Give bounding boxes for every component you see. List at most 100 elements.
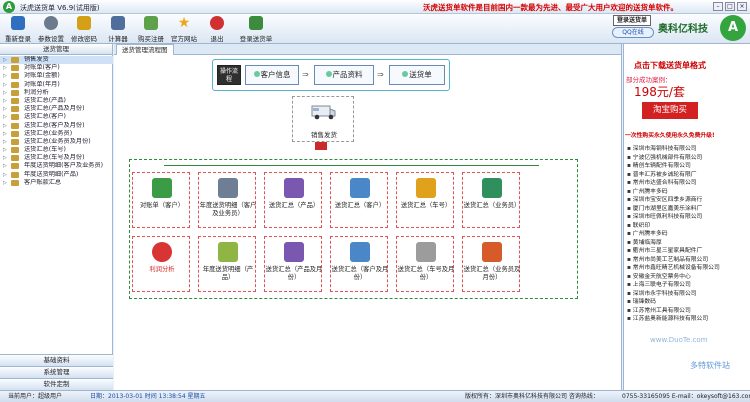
arrow-icon: ⇒	[302, 70, 309, 79]
delivery-icon	[402, 71, 409, 77]
tree-item[interactable]: ▷ 送货汇总(客户及月份)	[0, 122, 113, 130]
folder-icon	[11, 89, 19, 96]
tree-item[interactable]: ▷ 送货汇总(车号及月份)	[0, 154, 113, 162]
list-item: 深圳市海钢科技有限公司	[627, 145, 750, 154]
arrow-icon: ⇒	[377, 70, 384, 79]
settings-icon	[44, 16, 58, 30]
settings-button[interactable]: 参数设置	[35, 16, 67, 43]
tab-flowchart[interactable]: 送货管理流程图	[116, 44, 174, 55]
report-card-summary-salesperson-month[interactable]: 送货汇总（业务员及月份）	[462, 236, 520, 292]
section-custom-software[interactable]: 软件定制	[0, 378, 113, 390]
maximize-icon[interactable]: □	[725, 2, 735, 11]
tree-item[interactable]: ▷ 送货汇总(车号)	[0, 146, 113, 154]
report-card-summary-product[interactable]: 送货汇总（产品）	[264, 172, 322, 228]
list-item: 上海三联电子有限公司	[627, 281, 750, 290]
tree-item[interactable]: ▷ 送货汇总(业务员)	[0, 130, 113, 138]
report-card-summary-product-month[interactable]: 送货汇总（产品及月份）	[264, 236, 322, 292]
window-controls: – □ ×	[713, 2, 747, 11]
tab-strip: 送货管理流程图	[114, 44, 621, 55]
sidebar: 送货管理 ▷ 销售发货 ▷ 对账单(客户) ▷ 对账单(金额) ▷ 对账单(年月) ▷ 利…	[0, 44, 113, 390]
brand-name: 奥科亿科技	[658, 24, 708, 35]
sidebar-sections: 基础资料 系统管理 软件定制	[0, 354, 113, 390]
list-item: 安徽金天航空票务中心	[627, 273, 750, 282]
section-basic-data[interactable]: 基础资料	[0, 354, 113, 366]
customer-icon	[253, 71, 260, 77]
sales-shipment-label: 销售发货	[311, 131, 337, 139]
folder-icon	[11, 130, 19, 137]
login-delivery-button[interactable]: 登录送货单	[236, 16, 276, 43]
tree-item[interactable]: ▷ 送货汇总(客户)	[0, 113, 113, 121]
tree-item[interactable]: ▷ 利润分析	[0, 89, 113, 97]
list-item: 江苏盐奥新能源科技有限公司	[627, 315, 750, 324]
report-card-summary-customer-month[interactable]: 送货汇总（客户及月份）	[330, 236, 388, 292]
report-card-statement-customer[interactable]: 对账单（客户）	[132, 172, 190, 228]
list-item: 深圳市宝安区四季乡源商行	[627, 196, 750, 205]
report-card-annual-detail-product[interactable]: 年度送货明细（产品）	[198, 236, 256, 292]
operation-flow-label: 操作流程	[217, 65, 241, 85]
list-item: 广州腾丰多码	[627, 188, 750, 197]
contact-info: 0755-33165095 E-mail：okeysoft@163.com	[622, 393, 750, 400]
report-card-summary-vehicle[interactable]: 送货汇总（车号）	[396, 172, 454, 228]
report-card-annual-detail-customer[interactable]: 年度送货明细（客户及业务员）	[198, 172, 256, 228]
report-card-summary-customer[interactable]: 送货汇总（客户）	[330, 172, 388, 228]
qq-online-button[interactable]: QQ在线	[612, 27, 654, 38]
change-password-button[interactable]: 修改密码	[68, 16, 100, 43]
download-format-link[interactable]: 点击下载送货单格式	[634, 60, 706, 71]
list-item: 广州腾丰多码	[627, 230, 750, 239]
marquee-banner: 沃虎送货单软件是目前国内一款最为先进、最受广大用户欢迎的送货单软件。	[423, 3, 678, 12]
folder-icon	[11, 122, 19, 129]
tree-item[interactable]: ▷ 对账单(金额)	[0, 72, 113, 80]
taobao-buy-button[interactable]: 淘宝购买	[642, 102, 698, 119]
nav-tree: ▷ 销售发货 ▷ 对账单(客户) ▷ 对账单(金额) ▷ 对账单(年月) ▷ 利润分析 ▷…	[0, 56, 113, 187]
folder-icon	[11, 171, 19, 178]
login-icon	[249, 16, 263, 30]
folder-icon	[11, 155, 19, 162]
current-user: 当前用户：超级用户	[8, 393, 63, 400]
tree-item[interactable]: ▷ 客户账款汇总	[0, 179, 113, 187]
customer-month-icon	[350, 242, 370, 262]
report-card-summary-vehicle-month[interactable]: 送货汇总（车号及月份）	[396, 236, 454, 292]
tree-item[interactable]: ▷ 送货汇总(产品)	[0, 97, 113, 105]
toolbar: 重新登录 参数设置 修改密码 计算器 购买注册 ★ 官方网站 退出 登录送货单 登…	[0, 14, 750, 44]
report-card-summary-salesperson[interactable]: 送货汇总（业务员）	[462, 172, 520, 228]
vehicle-month-icon	[416, 242, 436, 262]
sales-shipment-button[interactable]: 销售发货	[292, 96, 354, 142]
list-item: 联织印	[627, 222, 750, 231]
tree-item[interactable]: ▷ 年度送货明细(产品)	[0, 171, 113, 179]
list-item: 深圳市旺佩利科技有限公司	[627, 213, 750, 222]
website-button[interactable]: ★ 官方网站	[168, 16, 200, 43]
sidebar-header[interactable]: 送货管理	[0, 44, 112, 55]
client-list: 深圳市海钢科技有限公司 宁波亿强机械部件有限公司 精创车辆配件有限公司 晋丰汇苏…	[627, 145, 750, 324]
product-report-icon	[218, 242, 238, 262]
tree-item[interactable]: ▷ 对账单(客户)	[0, 64, 113, 72]
customer-info-button[interactable]: 客户信息	[245, 65, 299, 85]
delivery-note-button[interactable]: 送货单	[389, 65, 445, 85]
list-item: 常州市达盛合科有限公司	[627, 179, 750, 188]
list-item: 常州市鑫旺精艺机械设备有限公司	[627, 264, 750, 273]
exit-button[interactable]: 退出	[201, 16, 233, 43]
list-item: 江苏常州工具有限公司	[627, 307, 750, 316]
folder-icon	[11, 179, 19, 186]
report-icon	[218, 178, 238, 198]
folder-icon	[11, 97, 19, 104]
minimize-icon[interactable]: –	[713, 2, 723, 11]
product-data-button[interactable]: 产品资料	[314, 65, 374, 85]
tree-item[interactable]: ▷ 送货汇总(业务员及月份)	[0, 138, 113, 146]
register-button[interactable]: 购买注册	[135, 16, 167, 43]
report-card-profit-analysis[interactable]: 利润分析	[132, 236, 190, 292]
tree-item[interactable]: ▷ 销售发货	[0, 56, 113, 65]
relogin-button[interactable]: 重新登录	[2, 16, 34, 43]
exit-icon	[210, 16, 224, 30]
window-title: 沃虎送货单 V6.9(试用版)	[20, 4, 100, 12]
tree-item[interactable]: ▷ 年度送货明细(客户及业务员)	[0, 162, 113, 170]
calculator-button[interactable]: 计算器	[102, 16, 134, 43]
folder-icon	[11, 163, 19, 170]
section-system-management[interactable]: 系统管理	[0, 366, 113, 378]
tree-item[interactable]: ▷ 送货汇总(产品及月份)	[0, 105, 113, 113]
close-icon[interactable]: ×	[737, 2, 747, 11]
folder-icon	[11, 81, 19, 88]
tree-item[interactable]: ▷ 对账单(年月)	[0, 81, 113, 89]
login-link[interactable]: 登录送货单	[613, 15, 651, 26]
list-item: 厦门市湖里区嘉美乐涂料厂	[627, 205, 750, 214]
customer-report-icon	[350, 178, 370, 198]
